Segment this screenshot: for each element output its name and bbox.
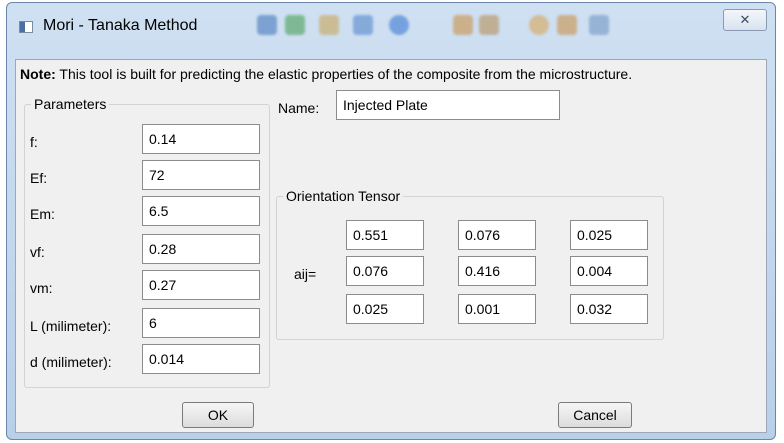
aij-label: aij=: [294, 266, 317, 282]
blurred-icon: [557, 15, 577, 35]
tensor-cell-a22[interactable]: 0.416: [458, 256, 536, 286]
param-label-diameter: d (milimeter):: [30, 354, 112, 370]
tensor-cell-a33[interactable]: 0.032: [570, 294, 648, 324]
param-field-ef[interactable]: 72: [142, 160, 260, 190]
window-title: Mori - Tanaka Method: [43, 17, 198, 34]
blurred-icon: [285, 15, 305, 35]
parameters-group-label: Parameters: [31, 96, 110, 112]
blurred-icon: [389, 15, 409, 35]
name-label: Name:: [278, 100, 320, 116]
close-button[interactable]: ✕: [723, 9, 767, 31]
ok-button[interactable]: OK: [182, 402, 254, 428]
param-label-f: f:: [30, 134, 38, 150]
blurred-icon: [453, 15, 473, 35]
name-field[interactable]: Injected Plate: [336, 90, 560, 120]
param-field-vm[interactable]: 0.27: [142, 270, 260, 300]
param-field-diameter[interactable]: 0.014: [142, 344, 260, 374]
close-icon: ✕: [739, 12, 751, 27]
app-icon: [19, 21, 33, 33]
param-label-vf: vf:: [30, 244, 45, 260]
background-toolbar-icons: [257, 13, 637, 39]
dialog-client-area: Note: This tool is built for predicting …: [15, 59, 767, 433]
param-field-em[interactable]: 6.5: [142, 196, 260, 226]
blurred-icon: [257, 15, 277, 35]
param-field-f[interactable]: 0.14: [142, 124, 260, 154]
param-label-ef: Ef:: [30, 170, 48, 186]
tensor-cell-a13[interactable]: 0.025: [570, 220, 648, 250]
tensor-cell-a12[interactable]: 0.076: [458, 220, 536, 250]
blurred-icon: [319, 15, 339, 35]
title-bar[interactable]: Mori - Tanaka Method ✕: [7, 3, 775, 47]
tensor-cell-a32[interactable]: 0.001: [458, 294, 536, 324]
dialog-window: Mori - Tanaka Method ✕ Note: This tool i…: [6, 2, 776, 440]
blurred-icon: [353, 15, 373, 35]
note-body: This tool is built for predicting the el…: [59, 66, 633, 82]
note-text: Note: This tool is built for predicting …: [20, 66, 632, 82]
param-field-vf[interactable]: 0.28: [142, 234, 260, 264]
tensor-cell-a31[interactable]: 0.025: [346, 294, 424, 324]
blurred-icon: [589, 15, 609, 35]
orientation-tensor-group-label: Orientation Tensor: [283, 188, 404, 204]
param-label-length: L (milimeter):: [30, 318, 112, 334]
tensor-cell-a23[interactable]: 0.004: [570, 256, 648, 286]
param-label-vm: vm:: [30, 280, 53, 296]
note-label: Note:: [20, 66, 56, 82]
param-field-length[interactable]: 6: [142, 308, 260, 338]
cancel-button[interactable]: Cancel: [558, 402, 632, 428]
tensor-cell-a11[interactable]: 0.551: [346, 220, 424, 250]
param-label-em: Em:: [30, 206, 55, 222]
blurred-icon: [529, 15, 549, 35]
blurred-icon: [479, 15, 499, 35]
tensor-cell-a21[interactable]: 0.076: [346, 256, 424, 286]
